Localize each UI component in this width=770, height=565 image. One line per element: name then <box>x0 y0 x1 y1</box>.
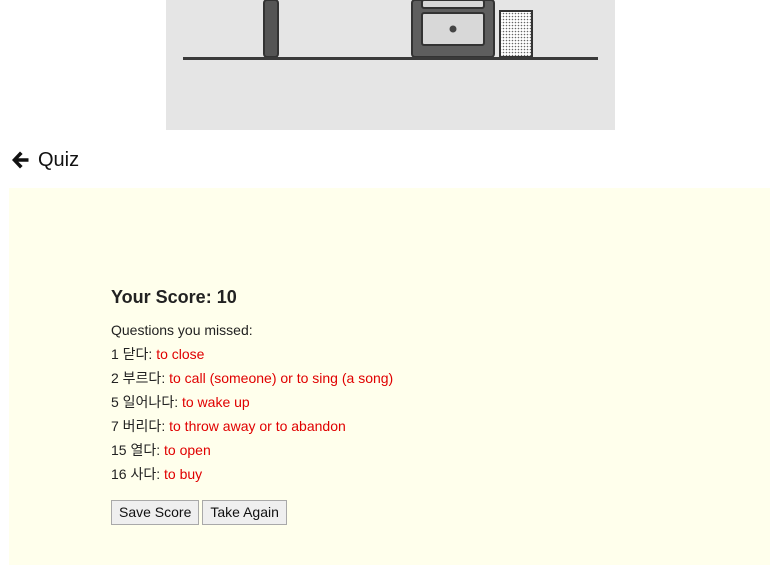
score-heading: Your Score: 10 <box>111 287 237 307</box>
result-actions: Save Score Take Again <box>111 500 393 525</box>
missed-item-word: 7 버리다: <box>111 418 170 434</box>
room-illustration <box>166 0 615 130</box>
missed-item-definition: to throw away or to abandon <box>169 418 346 434</box>
missed-item: 1 닫다: to close <box>111 342 393 366</box>
missed-heading: Questions you missed: <box>111 322 253 338</box>
quiz-results: Your Score: 10 Questions you missed: 1 닫… <box>111 286 393 525</box>
room-scene-graphic <box>183 0 598 60</box>
missed-item-word: 16 사다: <box>111 466 165 482</box>
drawer-cabinet <box>411 0 495 58</box>
missed-item: 16 사다: to buy <box>111 462 393 486</box>
results-panel: Your Score: 10 Questions you missed: 1 닫… <box>9 188 770 565</box>
save-score-button[interactable]: Save Score <box>111 500 200 525</box>
missed-list: 1 닫다: to close 2 부르다: to call (someone) … <box>111 342 393 486</box>
table-leg <box>263 0 279 58</box>
missed-item-definition: to open <box>164 442 211 458</box>
missed-item-definition: to wake up <box>181 394 250 410</box>
missed-item-definition: to buy <box>164 466 203 482</box>
missed-item: 7 버리다: to throw away or to abandon <box>111 414 393 438</box>
missed-item-definition: to call (someone) or to sing (a song) <box>169 370 394 386</box>
missed-item: 2 부르다: to call (someone) or to sing (a s… <box>111 366 393 390</box>
missed-item: 5 일어나다: to wake up <box>111 390 393 414</box>
page-title: Quiz <box>38 148 80 171</box>
wastebasket <box>499 10 533 58</box>
back-navigation[interactable]: Quiz <box>10 146 79 174</box>
missed-item-word: 15 열다: <box>111 442 165 458</box>
take-again-button[interactable]: Take Again <box>202 500 287 525</box>
missed-item-word: 1 닫다: <box>111 346 157 362</box>
missed-item: 15 열다: to open <box>111 438 393 462</box>
missed-item-word: 2 부르다: <box>111 370 170 386</box>
missed-item-definition: to close <box>156 346 205 362</box>
back-arrow-icon[interactable] <box>10 150 30 170</box>
missed-item-word: 5 일어나다: <box>111 394 182 410</box>
